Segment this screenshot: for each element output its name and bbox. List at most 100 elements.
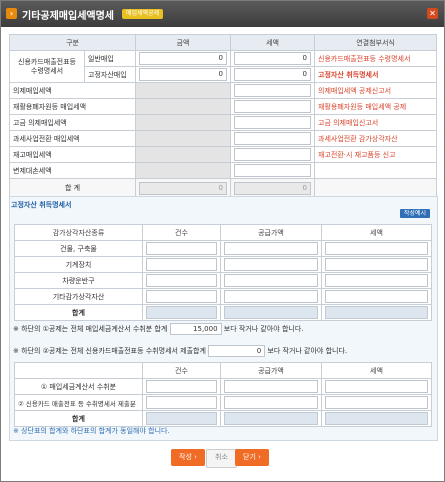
asset-type-label: 기타감가상각자산 [14,288,143,305]
amount-cell-disabled [135,130,232,147]
note-1-suffix: 보다 작거나 같아야 합니다. [223,325,304,333]
note-1-value: 15,000 [169,323,222,335]
tax-input[interactable] [325,380,428,393]
count-input[interactable] [146,242,217,255]
row-label: 일반매입 [83,50,137,67]
supply-input[interactable] [224,258,318,271]
total-count [146,412,217,425]
attachment-link[interactable]: 신용카드매출전표등 수령명세서 [314,50,438,67]
tax-input[interactable] [234,164,312,177]
fixed-asset-table: 감가상각자산종류 건수 공급가액 세액 건물, 구축물 기계장치 차량운반구 기… [14,224,432,321]
total-supply [224,306,318,319]
example-button[interactable]: 작성예시 [399,209,430,218]
total-tax [325,412,428,425]
other-deduction-table: 구분 금액 세액 연결첨부서식 신용카드매출전표등 수령명세서 일반매입 0 0… [8,34,438,198]
header-tax: 세액 [230,34,316,51]
header-division: 구분 [8,34,137,51]
summary-row-label: ② 신용카드 매출전표 등 수취명세서 제출분 [14,394,143,411]
total-label: 합 계 [8,178,137,198]
category-badge: 매입세액공제 [122,9,164,19]
row-label: 의제매입세액 [8,82,137,99]
row-label: 고정자산매입 [83,66,137,83]
amount-cell-disabled [135,146,232,163]
amount-cell-disabled [135,82,232,99]
note-2-prefix: ※ 하단의 ②공제는 전체 신용카드매출전표등 수취명세서 제출합계 [13,347,206,355]
total-label: 합계 [14,410,143,427]
title-bar: › 기타공제매입세액명세 매입세액공제 ✕ [1,1,444,27]
attachment-link[interactable]: 재고전환·시 재고품등 신고 [314,146,438,163]
row-label: 변제대손세액 [8,162,137,179]
tax-input[interactable]: 0 [234,52,312,65]
close-icon[interactable]: ✕ [427,8,438,19]
save-button-label: 작성 [179,453,192,461]
total-amount: 0 [139,181,228,195]
amount-input[interactable]: 0 [139,68,228,81]
total-label: 합계 [14,304,143,321]
header-count: 건수 [142,362,221,379]
supply-input[interactable] [224,274,318,287]
tax-input[interactable] [325,258,428,271]
supply-input[interactable] [224,290,318,303]
tax-input[interactable] [234,148,312,161]
asset-type-label: 차량운반구 [14,272,143,289]
attachment-link[interactable]: 고금 의제매입신고서 [314,114,438,131]
attachment-link[interactable]: 과세사업전환 감가상각자산 [314,130,438,147]
count-input[interactable] [146,258,217,271]
tax-input[interactable]: 0 [234,68,312,81]
tax-input[interactable] [325,274,428,287]
count-input[interactable] [146,274,217,287]
close-button[interactable]: 닫기 › [235,449,269,466]
tax-input[interactable] [325,396,428,409]
dialog-window: › 기타공제매입세액명세 매입세액공제 ✕ 구분 금액 세액 연결첨부서식 신용… [0,0,445,482]
amount-cell-disabled [135,114,232,131]
amount-cell-disabled [135,98,232,115]
note-2-value: 0 [208,345,266,357]
group-label-line2: 수령명세서 [30,66,64,75]
arrow-right-icon: › [258,453,261,461]
total-tax [325,306,428,319]
row-label: 과세사업전환 매입세액 [8,130,137,147]
total-supply [224,412,318,425]
supply-input[interactable] [224,380,318,393]
summary-row-label: ① 매입세금계산서 수취분 [14,378,143,395]
header-attachment: 연결첨부서식 [314,34,438,51]
count-input[interactable] [146,396,217,409]
tax-input[interactable] [234,100,312,113]
header-blank [14,362,143,379]
supply-input[interactable] [224,242,318,255]
note-2: ※ 하단의 ②공제는 전체 신용카드매출전표등 수취명세서 제출합계 0 보다 … [13,345,347,357]
header-count: 건수 [142,224,221,241]
tax-input[interactable] [325,290,428,303]
asset-type-label: 건물, 구축물 [14,240,143,257]
tax-input[interactable] [325,242,428,255]
header-supply: 공급가액 [220,362,322,379]
total-count [146,306,217,319]
section-title: 고정자산 취득명세서 [11,201,72,209]
row-label: 재활용폐자원등 매입세액 [8,98,137,115]
tax-input[interactable] [234,116,312,129]
tax-input[interactable] [234,132,312,145]
tax-input[interactable] [234,84,312,97]
header-amount: 금액 [135,34,232,51]
note-1: ※ 하단의 ①공제는 전체 매입세금계산서 수취분 합계 15,000 보다 작… [13,323,304,335]
amount-input[interactable]: 0 [139,52,228,65]
supply-input[interactable] [224,396,318,409]
attachment-empty [314,162,438,179]
attachment-link[interactable]: 의제매입세액 공제신고서 [314,82,438,99]
count-input[interactable] [146,290,217,303]
row-label: 고금 의제매입세액 [8,114,137,131]
total-tax: 0 [234,181,312,195]
note-1-prefix: ※ 하단의 ①공제는 전체 매입세금계산서 수취분 합계 [13,325,168,333]
cancel-button[interactable]: 취소 [206,449,237,468]
attachment-link[interactable]: 재활용폐자원등 매입세액 공제 [314,98,438,115]
total-attachment-empty [314,178,438,198]
window-title: 기타공제매입세액명세 [22,11,114,22]
count-input[interactable] [146,380,217,393]
note-3: ※ 상단표의 합계와 하단표의 합계가 동일해야 합니다. [13,427,170,435]
attachment-link[interactable]: 고정자산 취득명세서 [314,66,438,83]
save-button[interactable]: 작성 › [171,449,205,466]
close-button-label: 닫기 [243,453,256,461]
card-receipt-group: 신용카드매출전표등 수령명세서 [9,50,85,83]
header-supply: 공급가액 [220,224,322,241]
deduction-summary-table: 건수 공급가액 세액 ① 매입세금계산서 수취분 ② 신용카드 매출전표 등 수… [14,362,432,427]
